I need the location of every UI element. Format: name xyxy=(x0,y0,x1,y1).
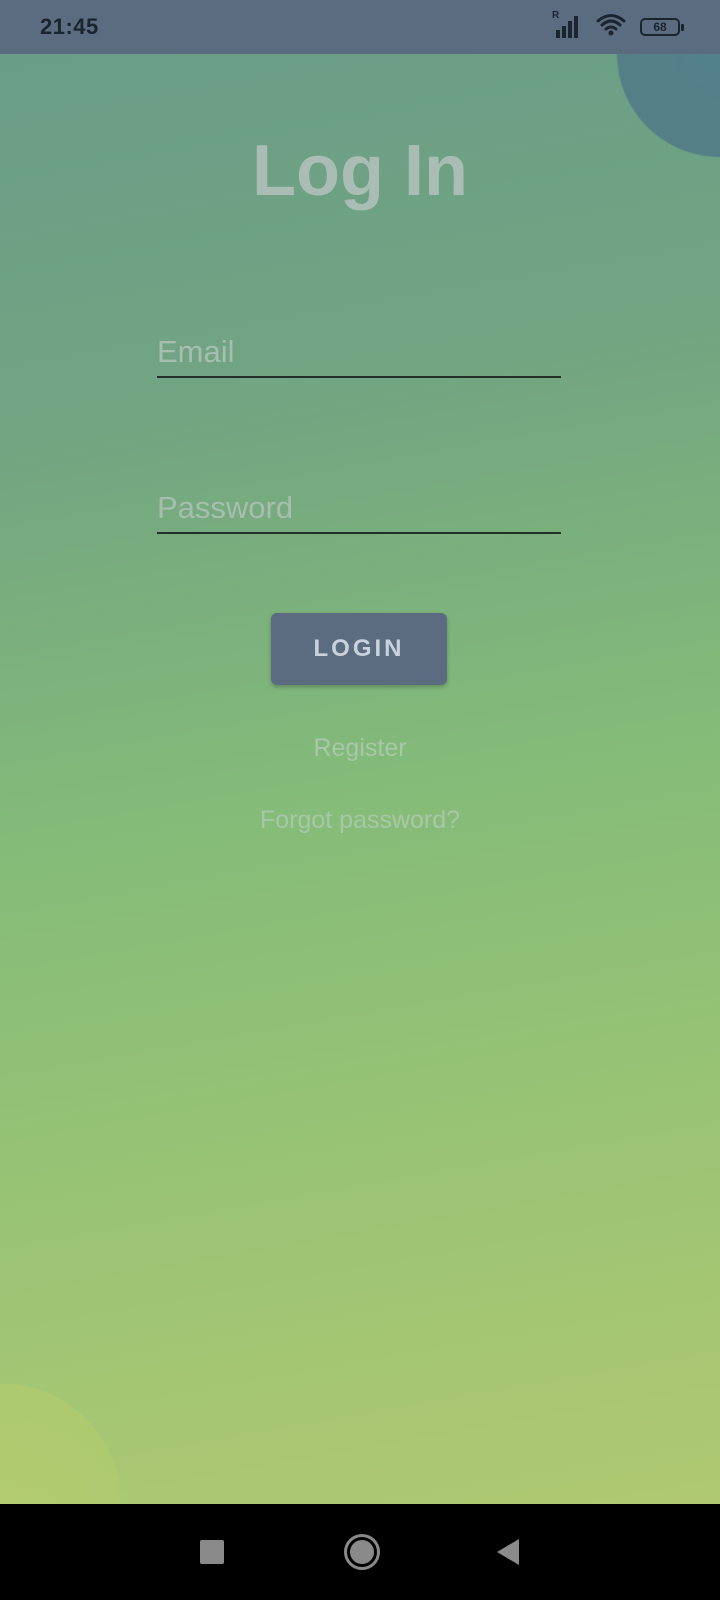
email-field[interactable] xyxy=(157,318,561,378)
signal-icon: R xyxy=(552,10,582,40)
home-button[interactable] xyxy=(342,1532,382,1572)
page-title: Log In xyxy=(252,131,468,211)
email-input[interactable] xyxy=(157,334,561,370)
forgot-password-link[interactable]: Forgot password? xyxy=(0,806,720,835)
password-field[interactable] xyxy=(157,474,561,534)
status-time: 21:45 xyxy=(40,14,99,39)
battery-level: 68 xyxy=(653,20,667,34)
battery-icon: 68 xyxy=(640,18,684,36)
back-icon xyxy=(497,1539,519,1565)
recent-apps-icon xyxy=(200,1540,224,1564)
roaming-indicator: R xyxy=(552,10,560,21)
decorative-corner-bottom xyxy=(0,1384,160,1504)
login-button[interactable]: LOGIN xyxy=(271,613,447,685)
status-bar: 21:45 R 68 xyxy=(0,0,720,54)
password-input[interactable] xyxy=(157,490,561,526)
home-icon xyxy=(344,1534,380,1570)
recent-apps-button[interactable] xyxy=(196,1536,228,1568)
back-button[interactable] xyxy=(492,1536,524,1568)
register-link[interactable]: Register xyxy=(0,734,720,763)
login-screen: Log In LOGIN Register Forgot password? xyxy=(0,54,720,1504)
status-icons: R 68 xyxy=(552,10,684,42)
wifi-icon xyxy=(596,13,626,42)
navigation-bar xyxy=(0,1504,720,1600)
